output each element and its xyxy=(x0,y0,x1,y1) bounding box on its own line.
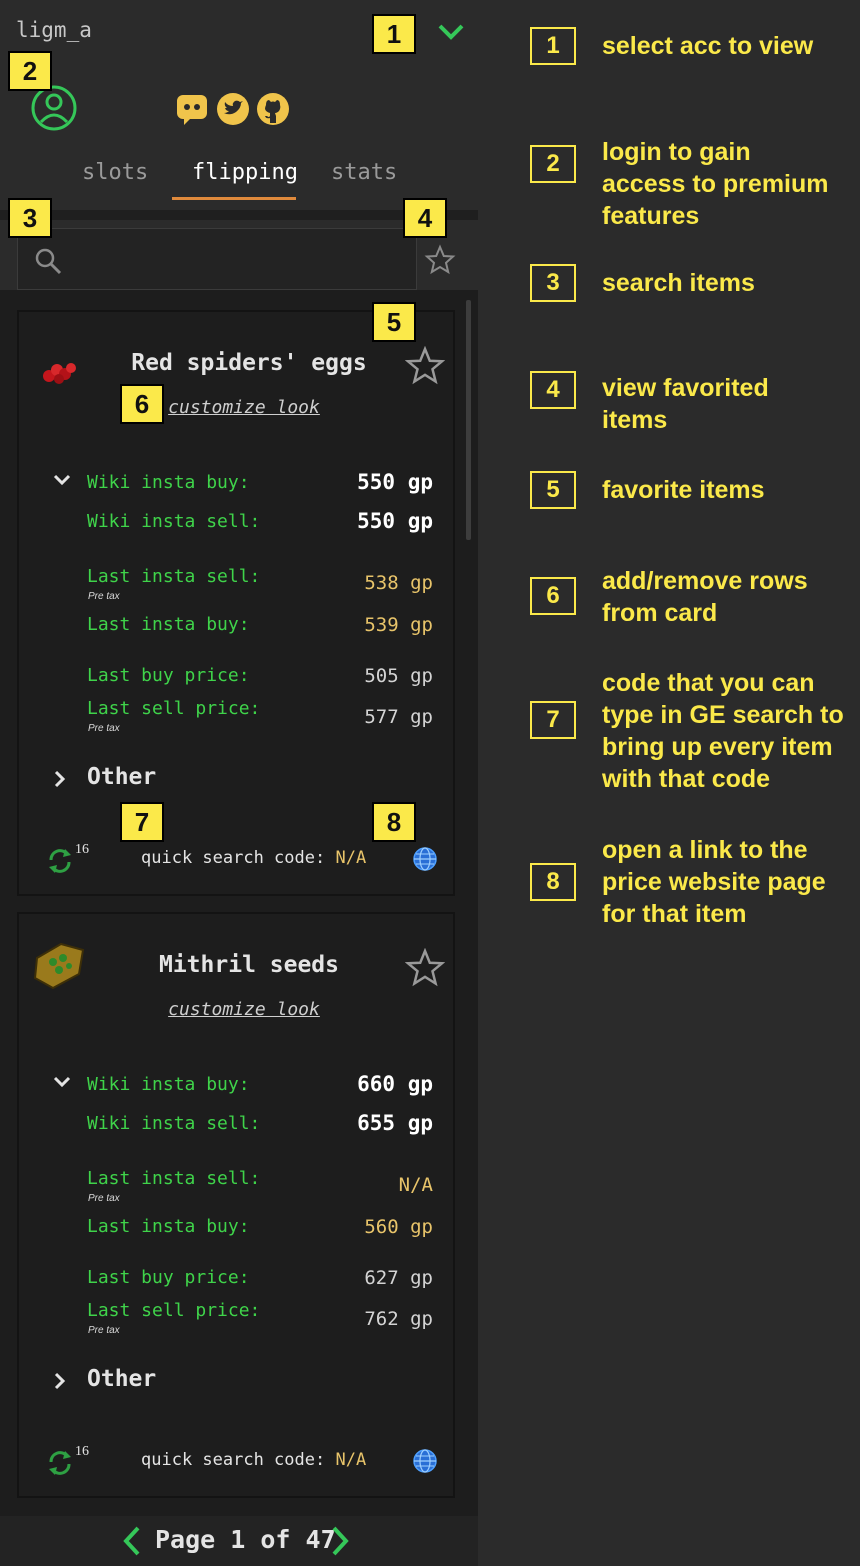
refresh-count: 16 xyxy=(75,1444,89,1459)
globe-icon[interactable] xyxy=(412,846,438,872)
row-value: 505 gp xyxy=(364,665,433,687)
login-user-icon[interactable] xyxy=(30,84,78,132)
legend-number: 1 xyxy=(530,27,576,65)
row-sublabel: Pre tax xyxy=(88,1193,120,1204)
account-selector-label[interactable]: ligm_a xyxy=(16,18,92,42)
row-value: 660 gp xyxy=(357,1072,433,1096)
row-value: 762 gp xyxy=(364,1308,433,1330)
callout-marker: 6 xyxy=(120,384,164,424)
legend-text: login to gain access to premium features xyxy=(602,138,829,230)
row-value: 538 gp xyxy=(364,572,433,594)
github-icon[interactable] xyxy=(256,92,290,126)
legend-number: 4 xyxy=(530,371,576,409)
row-label: Last buy price: xyxy=(87,665,250,686)
legend-text: view favorited items xyxy=(602,374,769,434)
callout-marker: 2 xyxy=(8,51,52,91)
annotation-legend: 1 select acc to view 2 login to gain acc… xyxy=(478,0,860,1566)
flipping-panel: ligm_a slots flipping stats Red spiders'… xyxy=(0,0,478,1566)
active-tab-underline xyxy=(172,197,296,200)
row-label: Last insta buy: xyxy=(87,1216,250,1237)
legend-text: code that you can type in GE search to b… xyxy=(602,669,844,793)
tab-stats[interactable]: stats xyxy=(331,160,397,185)
callout-marker: 3 xyxy=(8,198,52,238)
expand-chevron-icon[interactable] xyxy=(52,1370,68,1392)
next-page-chevron-icon[interactable] xyxy=(328,1524,352,1558)
legend-text: select acc to view xyxy=(602,32,814,60)
row-sublabel: Pre tax xyxy=(88,1325,120,1336)
callout-marker: 7 xyxy=(120,802,164,842)
quick-search-label: quick search code: xyxy=(141,848,326,868)
collapse-chevron-icon[interactable] xyxy=(51,1074,73,1090)
row-value: 655 gp xyxy=(357,1111,433,1135)
scrollbar[interactable] xyxy=(466,300,471,540)
quick-search-code-value: N/A xyxy=(335,1450,367,1470)
row-label: Last buy price: xyxy=(87,1267,250,1288)
tab-flipping[interactable]: flipping xyxy=(192,160,298,185)
callout-marker: 5 xyxy=(372,302,416,342)
row-label: Wiki insta buy: xyxy=(87,1074,250,1095)
callout-marker: 1 xyxy=(372,14,416,54)
row-value: 550 gp xyxy=(357,509,433,533)
legend-number: 2 xyxy=(530,145,576,183)
collapse-chevron-icon[interactable] xyxy=(51,472,73,488)
row-sublabel: Pre tax xyxy=(88,591,120,602)
row-value: 560 gp xyxy=(364,1216,433,1238)
previous-page-chevron-icon[interactable] xyxy=(120,1524,144,1558)
quick-search-code: quick search code: N/A xyxy=(141,848,366,868)
discord-icon[interactable] xyxy=(176,92,210,126)
callout-marker: 8 xyxy=(372,802,416,842)
row-label: Wiki insta sell: xyxy=(87,511,261,532)
legend-number: 7 xyxy=(530,701,576,739)
favorites-filter-star-icon[interactable] xyxy=(424,244,456,276)
customize-look-link[interactable]: customize look xyxy=(19,999,469,1020)
row-label: Last insta buy: xyxy=(87,614,250,635)
row-label: Last sell price: xyxy=(87,1300,261,1321)
favorite-star-icon[interactable] xyxy=(405,948,445,988)
row-sublabel: Pre tax xyxy=(88,723,120,734)
row-label: Wiki insta sell: xyxy=(87,1113,261,1134)
search-icon xyxy=(35,248,62,275)
legend-text: add/remove rows from card xyxy=(602,567,808,627)
row-value: 577 gp xyxy=(364,706,433,728)
search-input[interactable] xyxy=(74,229,404,289)
pagination-bar: Page 1 of 47 xyxy=(0,1516,478,1566)
other-section-toggle[interactable]: Other xyxy=(87,764,156,790)
favorite-star-icon[interactable] xyxy=(405,346,445,386)
tab-slots[interactable]: slots xyxy=(82,160,148,185)
quick-search-code-value: N/A xyxy=(335,848,367,868)
refresh-icon[interactable] xyxy=(45,846,75,876)
legend-text: search items xyxy=(602,269,755,297)
callout-marker: 4 xyxy=(403,198,447,238)
row-value: 627 gp xyxy=(364,1267,433,1289)
legend-number: 6 xyxy=(530,577,576,615)
page-indicator: Page 1 of 47 xyxy=(155,1525,336,1554)
refresh-count: 16 xyxy=(75,842,89,857)
row-value: 550 gp xyxy=(357,470,433,494)
tab-bar: slots flipping stats xyxy=(0,150,454,210)
expand-chevron-icon[interactable] xyxy=(52,768,68,790)
legend-text: favorite items xyxy=(602,476,765,504)
row-value: 539 gp xyxy=(364,614,433,636)
account-dropdown-chevron-icon[interactable] xyxy=(436,20,466,44)
customize-look-link[interactable]: customize look xyxy=(19,397,469,418)
quick-search-code: quick search code: N/A xyxy=(141,1450,366,1470)
row-label: Wiki insta buy: xyxy=(87,472,250,493)
quick-search-label: quick search code: xyxy=(141,1450,326,1470)
item-card: Mithril seeds customize look Wiki insta … xyxy=(17,912,455,1498)
legend-number: 3 xyxy=(530,264,576,302)
legend-number: 8 xyxy=(530,863,576,901)
twitter-icon[interactable] xyxy=(216,92,250,126)
other-section-toggle[interactable]: Other xyxy=(87,1366,156,1392)
globe-icon[interactable] xyxy=(412,1448,438,1474)
legend-text: open a link to the price website page fo… xyxy=(602,836,826,928)
row-label: Last sell price: xyxy=(87,698,261,719)
search-bar xyxy=(17,228,417,290)
row-label: Last insta sell: xyxy=(87,566,261,587)
row-value: N/A xyxy=(398,1174,433,1196)
row-label: Last insta sell: xyxy=(87,1168,261,1189)
legend-number: 5 xyxy=(530,471,576,509)
refresh-icon[interactable] xyxy=(45,1448,75,1478)
